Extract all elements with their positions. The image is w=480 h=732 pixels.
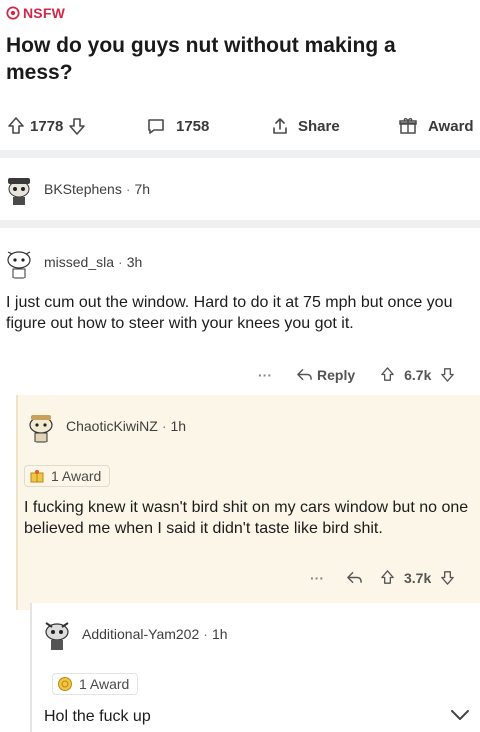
nsfw-icon (6, 6, 20, 20)
comment-icon (148, 119, 164, 134)
post-action-bar: 1778 1758 Share Award (0, 110, 480, 142)
comment-age: 7h (134, 181, 151, 197)
more-options-icon[interactable]: ··· (310, 570, 324, 586)
award-button[interactable]: Award (398, 116, 474, 136)
downvote-icon[interactable] (67, 116, 87, 136)
award-badge[interactable]: 1 Award (24, 465, 111, 487)
avatar[interactable] (2, 245, 36, 279)
downvote-icon[interactable] (439, 569, 456, 586)
comment-username[interactable]: missed_sla (44, 254, 114, 270)
nsfw-tag: NSFW (6, 5, 65, 21)
nested-comment: ChaoticKiwiNZ · 1h 1 Award I fucking kne… (16, 395, 480, 610)
award-text: 1 Award (79, 676, 130, 692)
comment-actions: ··· Reply 6.7k (258, 366, 456, 383)
comment-vote: 3.7k (379, 569, 456, 586)
comment-username[interactable]: BKStephens (44, 181, 122, 197)
separator-dot: · (203, 626, 208, 642)
share-label: Share (298, 117, 340, 135)
reply-button[interactable]: Reply (296, 366, 355, 383)
comment-header: Additional-Yam202 · 1h (40, 617, 228, 651)
separator-dot: · (125, 181, 131, 197)
gift-icon (399, 118, 417, 134)
comment-username[interactable]: ChaoticKiwiNZ (66, 418, 158, 434)
comment-body: I just cum out the window. Hard to do it… (6, 294, 453, 332)
downvote-icon[interactable] (439, 366, 456, 383)
comment-count: 1758 (176, 117, 210, 135)
avatar[interactable] (24, 409, 58, 443)
upvote-icon[interactable] (379, 569, 396, 586)
reply-label: Reply (317, 366, 356, 383)
nsfw-label: NSFW (23, 5, 66, 21)
comment-username[interactable]: Additional-Yam202 (82, 626, 199, 642)
comment-vote: 6.7k (379, 366, 456, 383)
more-options-icon[interactable]: ··· (258, 367, 272, 383)
vote-count: 3.7k (404, 569, 432, 586)
award-badge[interactable]: 1 Award (52, 673, 139, 695)
comment-actions: ··· 3.7k (310, 569, 456, 586)
separator-dot: · (161, 418, 167, 434)
comment-age: 3h (126, 254, 143, 270)
comment-age: 1h (211, 626, 228, 642)
vote-group: 1778 (6, 116, 87, 136)
comment-body: Hol the fuck up (44, 708, 151, 725)
comment-header: BKStephens · 7h (2, 172, 150, 206)
comment-header: ChaoticKiwiNZ · 1h (24, 409, 186, 443)
share-icon (273, 118, 287, 134)
upvote-icon[interactable] (379, 366, 396, 383)
avatar[interactable] (40, 617, 74, 651)
award-label: Award (428, 117, 474, 135)
nested-comment: Additional-Yam202 · 1h 1 Award Hol the f… (30, 603, 480, 732)
avatar[interactable] (2, 172, 36, 206)
comment-header: missed_sla · 3h (2, 245, 142, 279)
section-divider (0, 220, 480, 228)
reply-icon (297, 369, 312, 380)
post-title[interactable]: How do you guys nut without making a mes… (6, 32, 466, 86)
upvote-icon[interactable] (6, 116, 26, 136)
award-icon (58, 677, 72, 691)
section-divider (0, 150, 480, 158)
chevron-down-icon[interactable] (448, 703, 472, 727)
comment-body: I fucking knew it wasn't bird shit on my… (24, 499, 469, 537)
upvote-count: 1778 (30, 117, 64, 135)
award-text: 1 Award (51, 468, 102, 484)
reply-icon[interactable] (346, 569, 363, 586)
comments-button[interactable]: 1758 (146, 116, 209, 136)
share-button[interactable]: Share (270, 116, 340, 136)
comment-age: 1h (170, 418, 187, 434)
award-icon (30, 470, 44, 483)
vote-count: 6.7k (404, 366, 432, 383)
separator-dot: · (118, 254, 123, 270)
